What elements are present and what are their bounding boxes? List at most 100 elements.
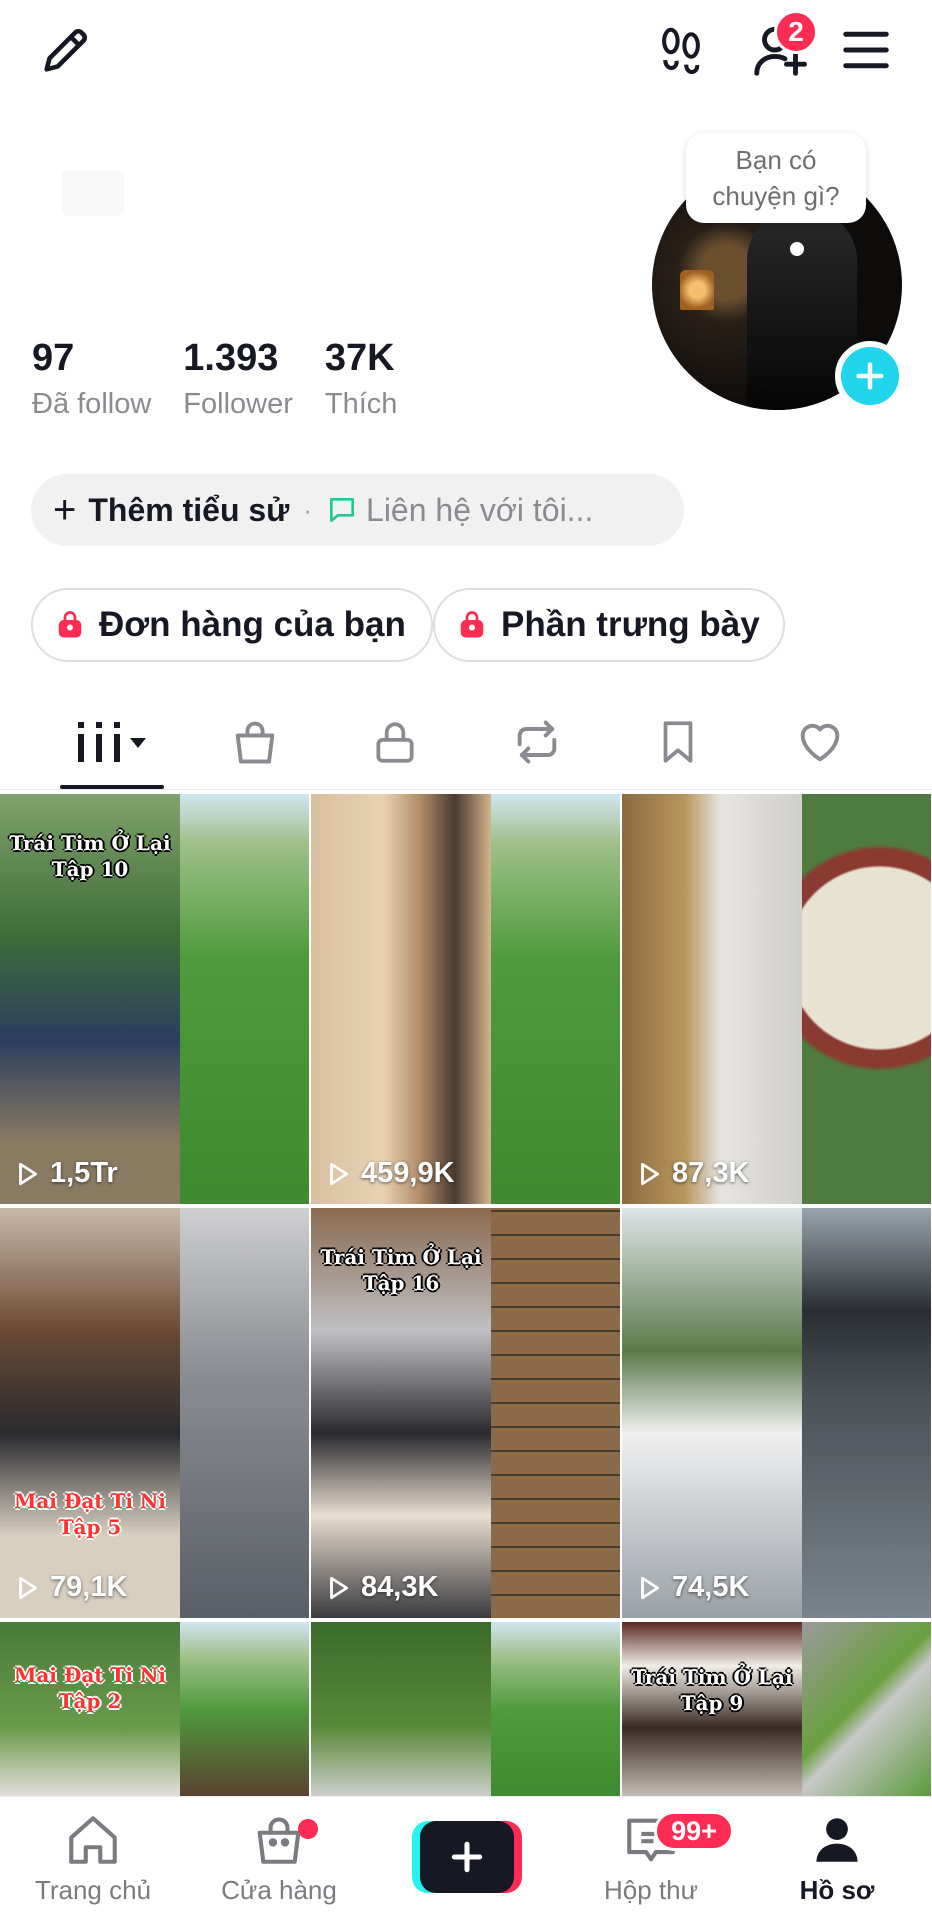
bottom-navigation: Trang chủ Cửa hàng 99+ Hộp thư Hồ sơ: [0, 1796, 932, 1920]
stat-following[interactable]: 97 Đã follow: [32, 336, 151, 424]
edit-profile-button[interactable]: [30, 14, 102, 86]
bubble-dot: [790, 242, 804, 256]
footprint-icon: [662, 27, 700, 75]
thumbnail-left: [311, 1622, 491, 1798]
thumbnail-left: [311, 794, 491, 1204]
plus-icon: +: [53, 488, 77, 532]
shop-bag-icon: [257, 1817, 301, 1864]
status-bubble[interactable]: Bạn có chuyện gì?: [686, 133, 866, 223]
pencil-icon: [44, 29, 87, 72]
view-count: 79,1K: [14, 1571, 127, 1604]
video-thumbnail[interactable]: Trái Tim Ở Lại Tập 9: [622, 1622, 931, 1798]
nav-home-label: Trang chủ: [34, 1875, 152, 1905]
video-thumbnail[interactable]: 459,9K: [311, 794, 620, 1204]
profile-views-button[interactable]: [645, 14, 717, 86]
play-icon: [641, 1576, 660, 1599]
view-count-text: 79,1K: [50, 1571, 128, 1603]
add-bio-label: Thêm tiểu sử: [88, 491, 290, 528]
avatar-add-button[interactable]: [835, 341, 905, 411]
view-count-text: 84,3K: [361, 1571, 439, 1603]
your-orders-button[interactable]: Đơn hàng của bạn: [31, 588, 433, 662]
play-icon: [641, 1162, 660, 1185]
nav-inbox[interactable]: 99+ Hộp thư: [558, 1811, 744, 1920]
tab-videos[interactable]: [42, 696, 182, 788]
bookmark-icon: [663, 721, 693, 763]
lock-icon: [376, 722, 414, 763]
chat-bubble-icon: [330, 498, 355, 522]
your-orders-label: Đơn hàng của bạn: [99, 605, 406, 644]
nav-home[interactable]: Trang chủ: [0, 1811, 186, 1920]
video-thumbnail[interactable]: 87,3K: [622, 794, 931, 1204]
stat-value: 1.393: [183, 337, 279, 379]
tab-shop[interactable]: [185, 696, 325, 788]
add-friends-button[interactable]: 2: [740, 10, 820, 86]
create-plus-icon: [451, 1841, 483, 1873]
view-count: 459,9K: [325, 1157, 455, 1190]
play-icon: [330, 1576, 349, 1599]
bio-separator: ·: [303, 494, 313, 525]
shopping-bag-icon: [58, 611, 82, 638]
nav-inbox-label: Hộp thư: [603, 1875, 698, 1905]
showcase-label: Phần trưng bày: [501, 605, 760, 644]
video-thumbnail[interactable]: 74,5K: [622, 1208, 931, 1618]
thumbnail-right: [491, 1208, 620, 1618]
video-thumbnail[interactable]: Mai Đạt Ti Ni Tập 2: [0, 1622, 309, 1798]
view-count-text: 87,3K: [672, 1157, 750, 1189]
showcase-button[interactable]: Phần trưng bày: [433, 588, 785, 662]
thumbnail-right: [491, 1622, 620, 1798]
view-count-text: 459,9K: [361, 1157, 455, 1189]
video-thumbnail[interactable]: Mai Đạt Ti Ni Tập 5 79,1K: [0, 1208, 309, 1618]
username-placeholder: [62, 170, 124, 216]
nav-profile[interactable]: Hồ sơ: [744, 1811, 930, 1920]
thumbnail-right: [802, 794, 931, 1204]
video-thumbnail[interactable]: Trái Tim Ở Lại Tập 16 84,3K: [311, 1208, 620, 1618]
profile-stats: 97 Đã follow 1.393 Follower 37K Thích: [32, 336, 429, 424]
view-count: 1,5Tr: [14, 1157, 118, 1190]
nav-create[interactable]: [372, 1811, 558, 1920]
shopping-bag-icon: [460, 611, 484, 638]
avatar-lamp: [680, 270, 714, 310]
nav-shop[interactable]: Cửa hàng: [186, 1811, 372, 1920]
plus-icon: [856, 362, 884, 390]
nav-profile-label: Hồ sơ: [799, 1875, 875, 1905]
view-count: 87,3K: [636, 1157, 749, 1190]
contact-label: Liên hệ với tôi...: [366, 491, 594, 528]
video-overlay-title: Mai Đạt Ti Ni Tập 5: [14, 1489, 166, 1539]
view-count-text: 74,5K: [672, 1571, 750, 1603]
repost-icon: [517, 720, 557, 764]
thumbnail-right: [180, 1622, 309, 1798]
create-button[interactable]: [412, 1821, 522, 1893]
hamburger-icon: [843, 31, 889, 69]
stat-value: 37K: [324, 337, 395, 379]
add-friends-badge: 2: [774, 10, 818, 54]
thumbnail-right: [491, 794, 620, 1204]
thumbnail-left: [622, 1208, 802, 1618]
video-overlay-title: Trái Tim Ở Lại Tập 16: [320, 1245, 482, 1295]
stat-likes[interactable]: 37K Thích: [325, 336, 398, 424]
view-count: 74,5K: [636, 1571, 749, 1604]
video-thumbnail[interactable]: [311, 1622, 620, 1798]
video-thumbnail[interactable]: Trái Tim Ở Lại Tập 10 1,5Tr: [0, 794, 309, 1204]
stat-followers[interactable]: 1.393 Follower: [183, 336, 293, 424]
profile-icon: [816, 1818, 858, 1862]
tab-private[interactable]: [325, 696, 465, 788]
bio-pill[interactable]: + Thêm tiểu sử · Liên hệ với tôi...: [31, 474, 684, 546]
menu-button[interactable]: [830, 14, 902, 86]
tab-liked[interactable]: [750, 696, 890, 788]
home-icon: [69, 1816, 117, 1864]
tab-favorites[interactable]: [608, 696, 748, 788]
stat-label: Follower: [183, 388, 293, 420]
thumbnail-left: [0, 1208, 180, 1618]
stat-label: Đã follow: [32, 388, 152, 420]
play-icon: [330, 1162, 349, 1185]
thumbnail-right: [180, 1208, 309, 1618]
active-tab-indicator: [60, 785, 164, 789]
stat-label: Thích: [324, 388, 398, 420]
view-count-text: 1,5Tr: [50, 1157, 118, 1189]
heart-icon: [800, 723, 840, 762]
inbox-badge: 99+: [654, 1811, 734, 1851]
video-overlay-title: Mai Đạt Ti Ni Tập 2: [14, 1663, 166, 1713]
video-overlay-title: Trái Tim Ở Lại Tập 9: [631, 1665, 793, 1715]
top-bar: 2: [0, 0, 932, 100]
tab-reposts[interactable]: [467, 696, 607, 788]
